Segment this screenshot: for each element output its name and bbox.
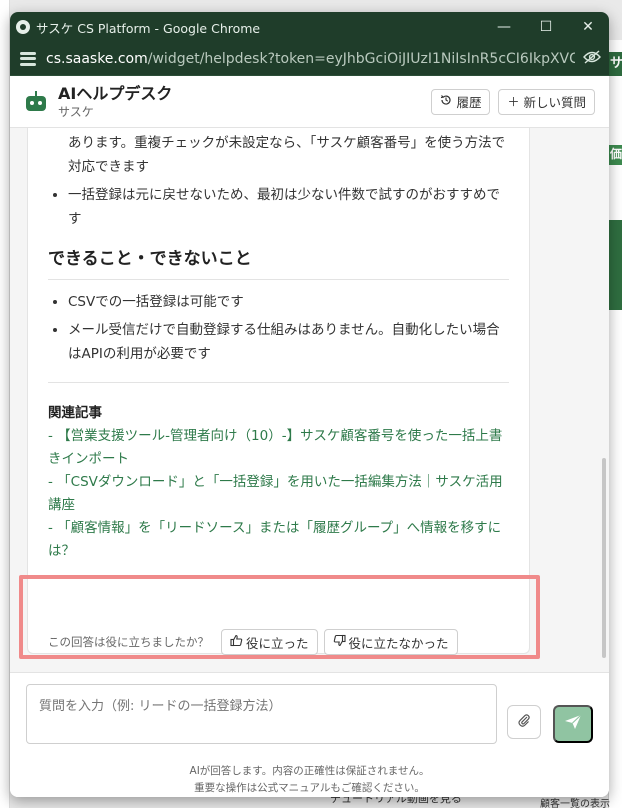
divider [48,382,509,383]
related-articles-heading: 関連記事 [48,405,102,421]
site-settings-icon[interactable] [20,51,36,66]
disclaimer: AIが回答します。内容の正確性は保証されません。 重要な操作は公式マニュアルもご… [189,765,430,794]
history-icon [440,94,452,109]
minimize-button[interactable]: — [483,19,525,35]
close-button[interactable]: ✕ [567,19,609,35]
paperclip-icon [517,712,531,732]
background-glyph: 価 [609,145,622,165]
feedback-highlight [19,575,540,659]
related-article-link[interactable]: - 「顧客情報」を「リードソース」または「履歴グループ」へ情報を移すには？ [48,517,509,563]
eye-off-icon[interactable] [575,49,609,68]
question-input[interactable] [26,684,497,744]
background-page-right: サ 価 [608,40,622,808]
chrome-icon [16,20,30,34]
list-item: 一括登録は元に戻せないため、最初は少ない件数で試すのがおすすめです [68,183,509,231]
background-banner [609,220,622,310]
browser-window: サスケ CS Platform - Google Chrome — ☐ ✕ cs… [10,12,609,797]
related-article-link[interactable]: - 【営業支援ツール-管理者向け（10）-】サスケ顧客番号を使った一括上書きイン… [48,425,509,471]
list-item: メール受信だけで自動登録する仕組みはありません。自動化したい場合はAPIの利用が… [68,318,509,366]
new-question-button[interactable]: ＋ 新しい質問 [498,88,595,115]
bullet-list: CSVでの一括登録は可能です メール受信だけで自動登録する仕組みはありません。自… [48,290,509,366]
url-text[interactable]: cs.saaske.com/widget/helpdesk?token=eyJh… [46,51,575,67]
attach-button[interactable] [507,705,541,739]
page-title: AIヘルプデスク [58,83,173,103]
page-subtitle: サスケ [58,104,94,119]
window-titlebar: サスケ CS Platform - Google Chrome — ☐ ✕ [10,12,609,42]
robot-icon [24,90,48,113]
list-item: CSVでの一括登録は可能です [68,290,509,314]
address-bar[interactable]: cs.saaske.com/widget/helpdesk?token=eyJh… [10,42,609,76]
related-article-link[interactable]: - 「CSVダウンロード」と「一括登録」を用いた一括編集方法｜サスケ活用講座 [48,471,509,517]
composer: AIが回答します。内容の正確性は保証されません。 重要な操作は公式マニュアルもご… [10,672,609,797]
scrollbar[interactable] [602,458,606,658]
window-title: サスケ CS Platform - Google Chrome [36,20,261,36]
helpdesk-header: AIヘルプデスク サスケ 履歴 ＋ 新しい質問 [10,76,609,128]
plus-icon: ＋ [507,95,520,109]
bullet-list: 一括登録で上書き登録を行うには、重複チェックの設定が必要な場合があります。重複チ… [48,128,509,231]
background-page-left [0,0,10,808]
list-item: 一括登録で上書き登録を行うには、重複チェックの設定が必要な場合があります。重複チ… [68,128,509,179]
background-glyph: サ [609,52,622,76]
send-button[interactable] [553,705,593,743]
send-icon [564,714,582,735]
maximize-button[interactable]: ☐ [525,19,567,35]
history-button[interactable]: 履歴 [431,88,491,115]
section-heading: できること・できないこと [48,247,509,280]
